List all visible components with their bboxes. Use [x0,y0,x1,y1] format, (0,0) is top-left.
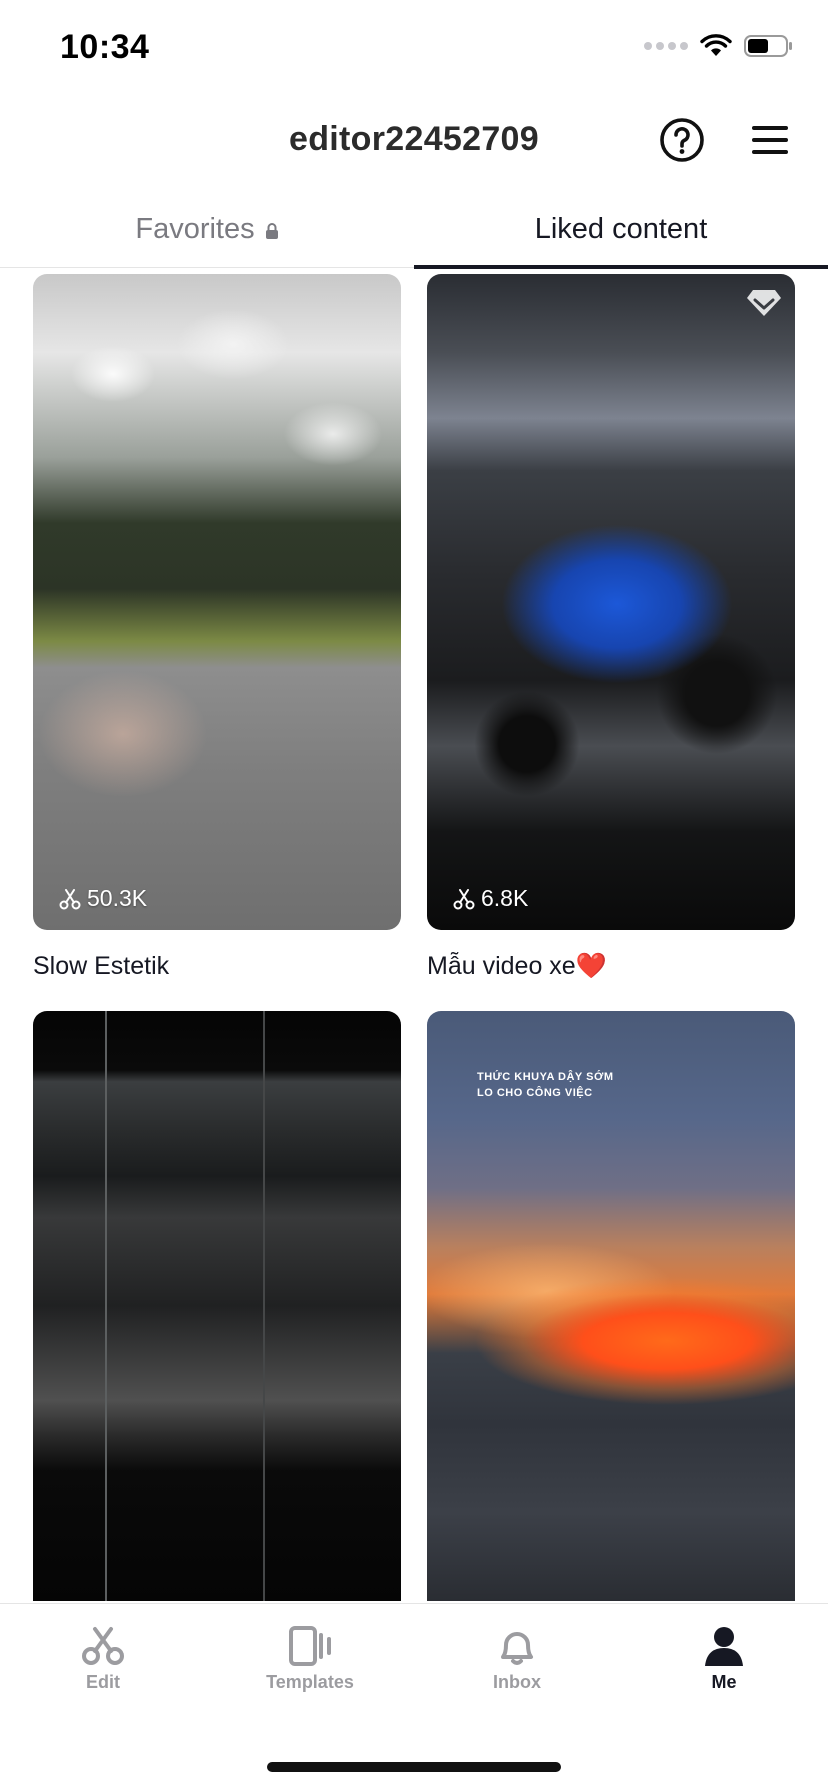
template-card[interactable]: 50.3K [33,274,401,930]
template-card[interactable]: 6.8K [427,274,795,930]
templates-icon [289,1626,331,1666]
usage-count: 50.3K [59,885,147,912]
home-indicator [267,1762,561,1772]
status-time: 10:34 [60,28,150,66]
bottom-tab-bar: Edit Templates Inbox Me [0,1603,828,1792]
content-tabs: Favorites Liked content [0,190,828,269]
template-thumbnail [427,274,795,930]
premium-diamond-icon [747,290,781,316]
profile-header: editor22452709 [0,100,828,182]
lock-icon [265,223,278,239]
template-thumbnail [33,274,401,930]
nav-edit[interactable]: Edit [43,1626,163,1693]
tab-liked-label: Liked content [534,212,708,245]
template-title[interactable]: Mẫu video xe❤️ [427,952,607,981]
template-title[interactable]: Slow Estetik [33,952,169,981]
tab-favorites[interactable]: Favorites [0,190,414,268]
status-bar: 10:34 [0,0,828,100]
thumbnail-overlay-text: THỨC KHUYA DẬY SỚM LO CHO CÔNG VIỆC [477,1071,614,1099]
tab-liked-content[interactable]: Liked content [414,190,828,269]
usage-count: 6.8K [453,885,528,912]
bell-icon [501,1632,533,1665]
nav-me[interactable]: Me [664,1626,784,1693]
nav-inbox[interactable]: Inbox [457,1626,577,1693]
template-card[interactable]: THỨC KHUYA DẬY SỚM LO CHO CÔNG VIỆC [427,1011,795,1601]
person-icon [705,1627,743,1666]
tab-favorites-label: Favorites [135,212,255,245]
hamburger-menu-icon[interactable] [746,116,794,164]
scissors-icon [82,1627,124,1665]
template-card[interactable] [33,1011,401,1601]
status-icons [644,34,794,58]
template-thumbnail [33,1011,401,1601]
scissors-icon [453,888,475,909]
battery-icon [744,35,792,57]
help-icon[interactable] [658,116,706,164]
scissors-icon [59,888,81,909]
wifi-icon [700,34,732,56]
cellular-signal-icon [644,42,688,50]
nav-templates[interactable]: Templates [250,1626,370,1693]
